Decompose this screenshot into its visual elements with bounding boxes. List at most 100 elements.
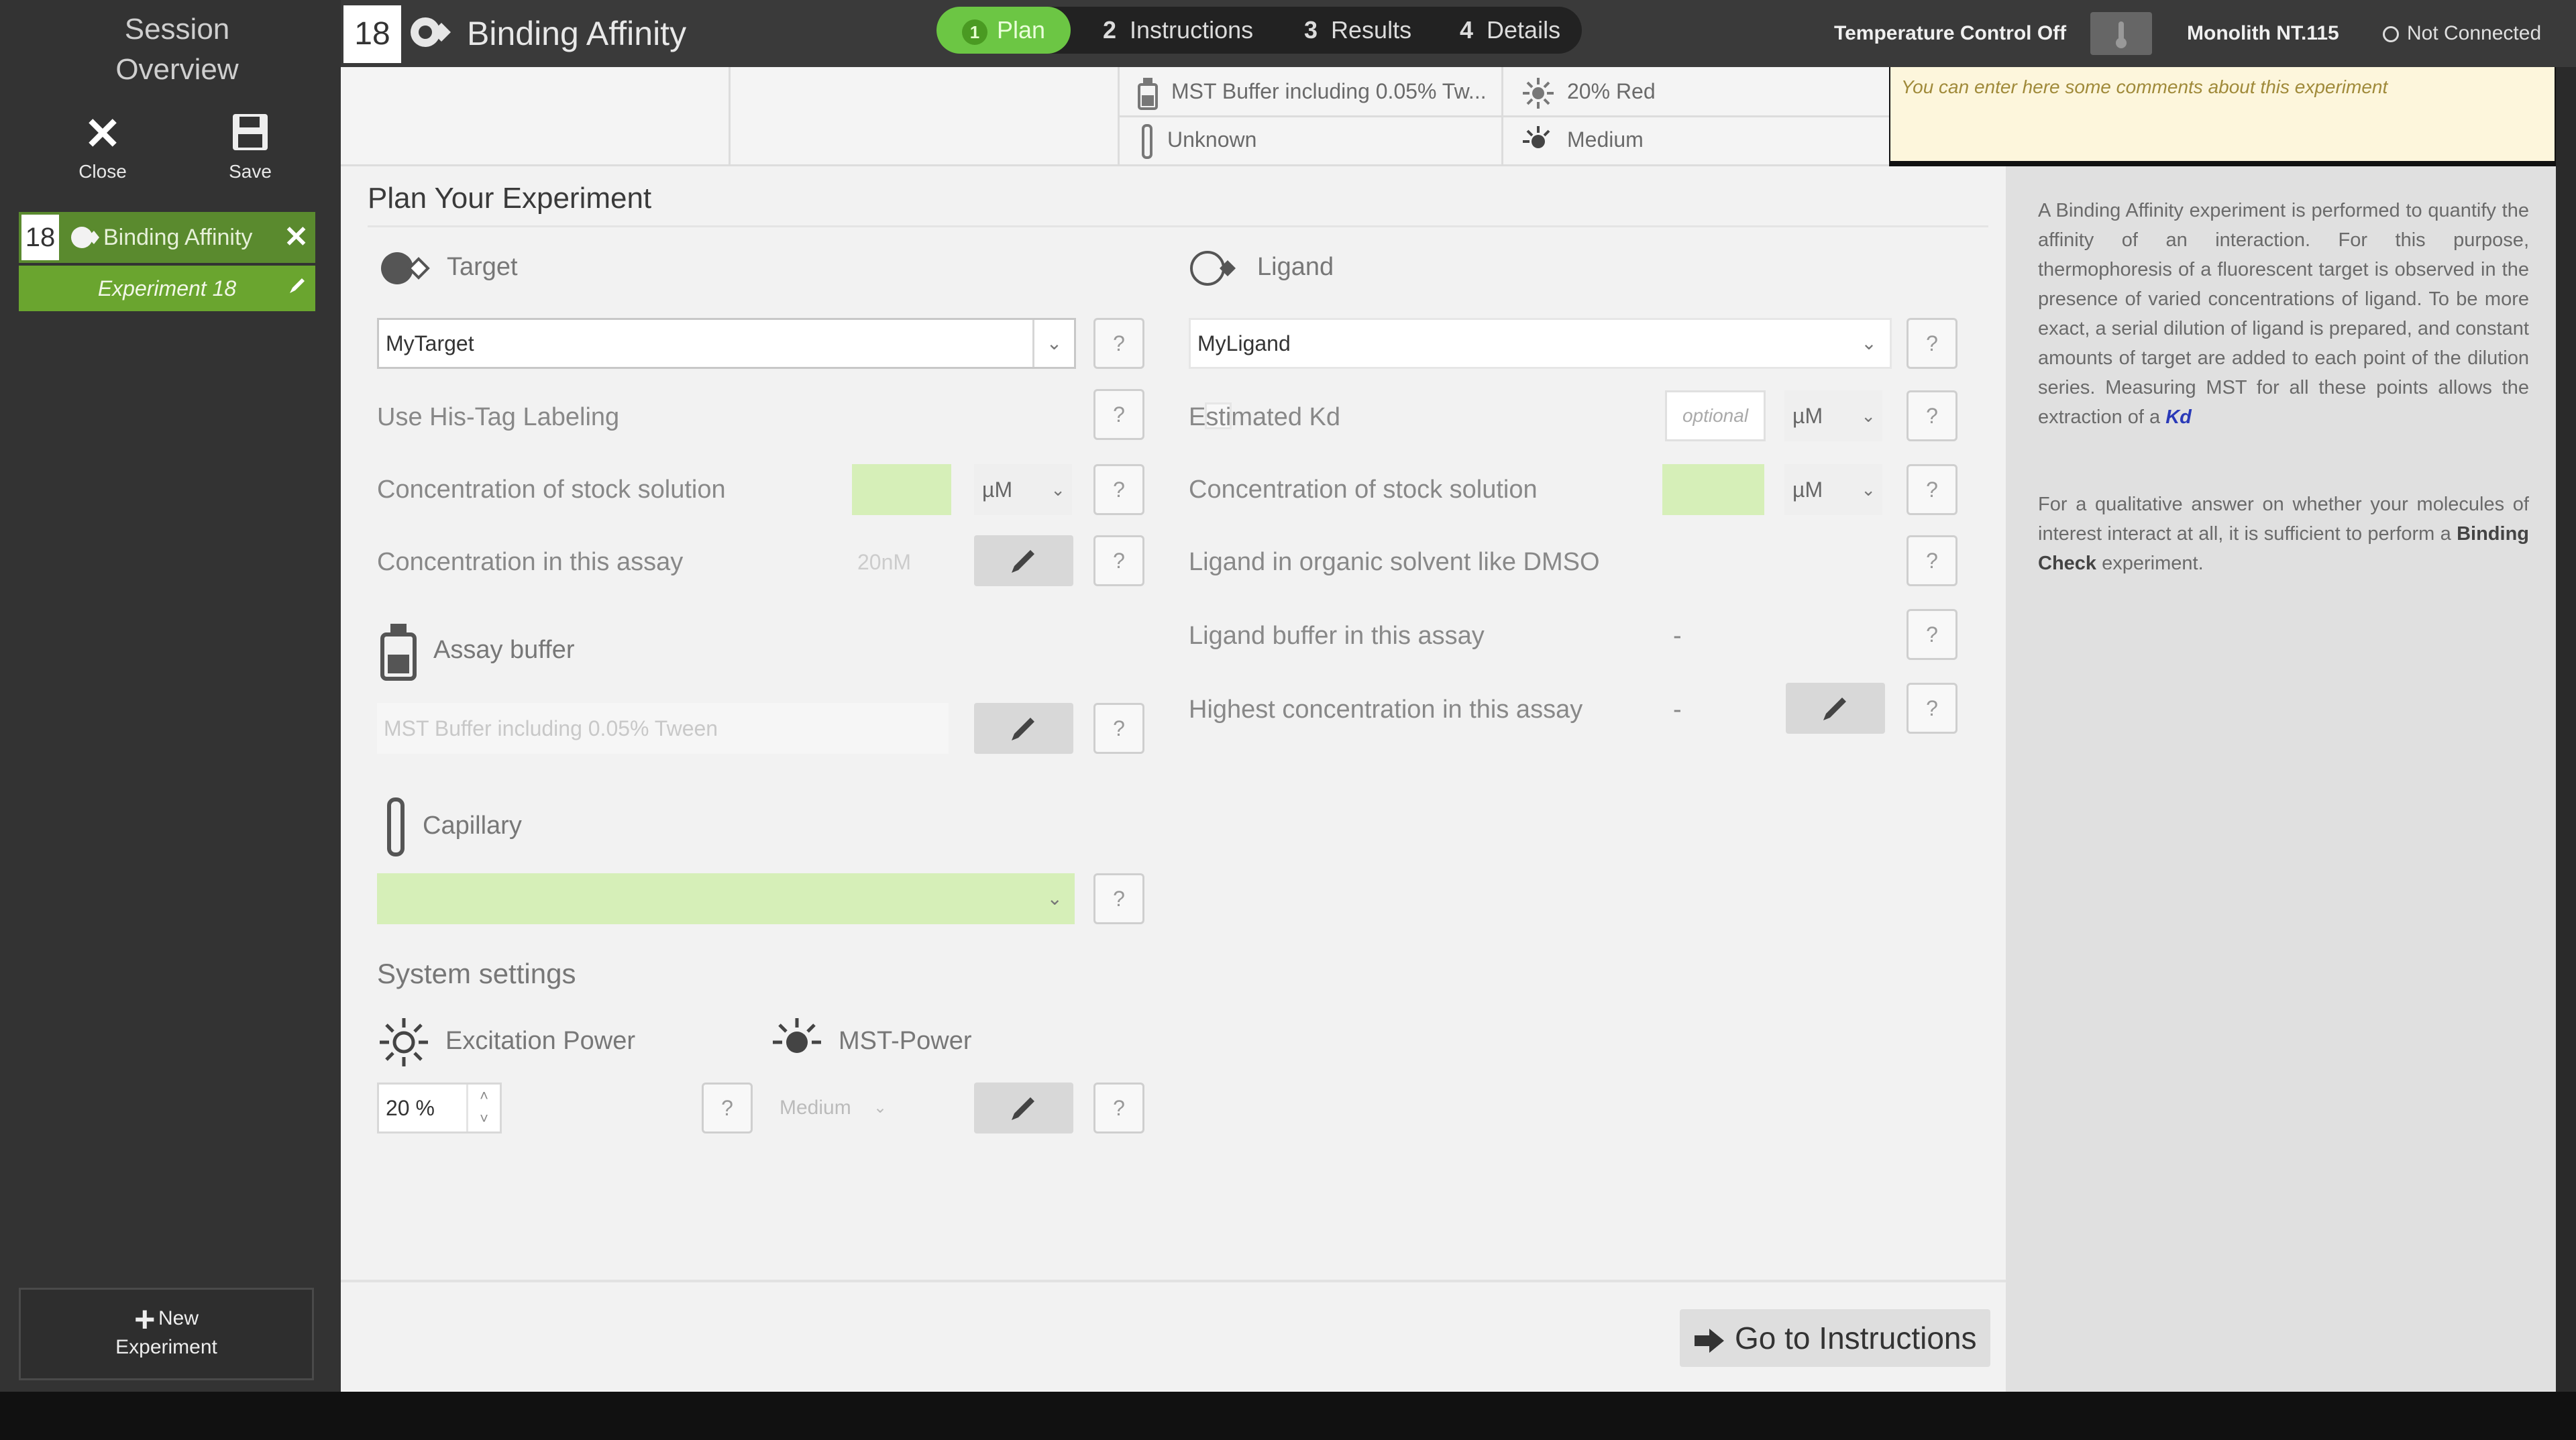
capillary-heading: Capillary xyxy=(384,797,522,857)
strip-divider xyxy=(729,67,731,166)
capillary-help-button[interactable]: ? xyxy=(1093,873,1144,924)
connection-status-icon xyxy=(2383,26,2399,43)
stepper-arrows-icon[interactable]: ˄ ˅ xyxy=(466,1085,500,1131)
binding-affinity-icon xyxy=(70,224,99,254)
save-label: Save xyxy=(229,161,272,182)
mst-power-icon xyxy=(773,1018,821,1053)
capillary-select[interactable]: ⌄ xyxy=(377,873,1075,924)
bottom-bar xyxy=(0,1392,2576,1440)
ligand-stock-help-button[interactable]: ? xyxy=(1907,464,1957,515)
tab-plan-number: 1 xyxy=(962,19,987,45)
target-heading-label: Target xyxy=(447,253,518,281)
tab-details-label: Details xyxy=(1487,16,1561,44)
tab-details[interactable]: 4 Details xyxy=(1460,7,1560,54)
tab-plan[interactable]: 1 Plan xyxy=(936,7,1071,54)
assay-buffer-edit-button[interactable] xyxy=(974,703,1073,754)
ligand-buffer-help-button[interactable]: ? xyxy=(1907,609,1957,660)
target-stock-unit-select[interactable]: µM ⌄ xyxy=(974,464,1072,515)
instrument-name: Monolith NT.115 xyxy=(2187,22,2339,44)
dmso-help-button[interactable]: ? xyxy=(1907,535,1957,586)
ligand-combobox[interactable]: MyLigand ⌄ xyxy=(1189,318,1892,369)
target-combobox[interactable]: MyTarget ⌄ xyxy=(377,318,1076,369)
highest-concentration-value: - xyxy=(1673,696,1682,724)
highest-concentration-edit-button[interactable] xyxy=(1786,683,1885,734)
kd-link[interactable]: Kd xyxy=(2165,406,2192,428)
target-assay-edit-button[interactable] xyxy=(974,535,1073,586)
ligand-stock-input[interactable] xyxy=(1662,464,1764,515)
temperature-control-button[interactable] xyxy=(2090,12,2152,55)
excitation-power-stepper[interactable]: 20 % ˄ ˅ xyxy=(377,1083,502,1133)
new-experiment-button[interactable]: + New Experiment xyxy=(19,1288,314,1380)
assay-buffer-help-button[interactable]: ? xyxy=(1093,703,1144,754)
excitation-heading-label: Excitation Power xyxy=(445,1027,636,1056)
mst-power-help-button[interactable]: ? xyxy=(1093,1083,1144,1133)
session-overview-button[interactable]: Session Overview xyxy=(0,9,354,90)
mst-power-heading-label: MST-Power xyxy=(839,1027,972,1056)
highest-concentration-help-button[interactable]: ? xyxy=(1907,683,1957,734)
tab-results-number: 3 xyxy=(1304,16,1318,44)
close-experiment-icon[interactable]: ✕ xyxy=(284,212,309,263)
pencil-icon xyxy=(1823,698,1846,720)
help-p2-end: experiment. xyxy=(2102,553,2204,574)
save-button[interactable]: Save xyxy=(207,109,294,185)
buffer-bottle-icon xyxy=(380,624,417,681)
target-stock-input[interactable] xyxy=(852,464,951,515)
summary-excitation-text: 20% Red xyxy=(1567,79,1656,103)
tab-instructions[interactable]: 2 Instructions xyxy=(1103,7,1253,54)
buffer-bottle-icon xyxy=(1138,77,1158,110)
target-help-button[interactable]: ? xyxy=(1093,318,1144,369)
comment-field[interactable]: You can enter here some comments about t… xyxy=(1890,67,2555,161)
target-icon xyxy=(381,252,430,284)
mst-power-select[interactable]: Medium ⌄ xyxy=(773,1083,907,1133)
window-edge xyxy=(2556,67,2576,1392)
experiment-card[interactable]: 18 Binding Affinity ✕ Experiment 18 xyxy=(19,212,315,311)
mst-power-heading: MST-Power xyxy=(770,1015,971,1069)
capillary-heading-label: Capillary xyxy=(423,812,522,840)
excitation-sun-icon xyxy=(1523,77,1554,109)
session-line1: Session xyxy=(124,13,230,46)
experiment-card-header[interactable]: 18 Binding Affinity ✕ xyxy=(19,212,315,263)
chevron-down-icon: ⌄ xyxy=(873,1099,888,1117)
estimated-kd-input[interactable]: optional xyxy=(1665,390,1766,441)
title-divider xyxy=(368,225,1988,227)
rename-pencil-icon[interactable] xyxy=(287,266,307,311)
connection-status[interactable]: Not Connected xyxy=(2383,0,2541,67)
target-assay-help-button[interactable]: ? xyxy=(1093,535,1144,586)
save-icon xyxy=(207,109,294,158)
chevron-down-icon: ⌄ xyxy=(1046,888,1063,909)
system-settings-heading: System settings xyxy=(377,958,576,989)
kd-unit-select[interactable]: µM ⌄ xyxy=(1784,390,1882,441)
pencil-icon xyxy=(1012,550,1034,573)
close-label: Close xyxy=(78,161,127,182)
kd-unit: µM xyxy=(1792,404,1823,428)
his-tag-help-button[interactable]: ? xyxy=(1093,389,1144,440)
capillary-icon xyxy=(1142,123,1152,159)
kd-help-button[interactable]: ? xyxy=(1907,390,1957,441)
help-paragraph-2: For a qualitative answer on whether your… xyxy=(2038,490,2529,578)
excitation-heading: Excitation Power xyxy=(377,1015,635,1069)
go-to-instructions-button[interactable]: Go to Instructions xyxy=(1680,1309,1990,1367)
experiment-title: Binding Affinity xyxy=(103,225,253,250)
chevron-down-icon[interactable]: ⌄ xyxy=(1848,320,1890,367)
summary-capillary: Unknown xyxy=(1139,119,1256,160)
ligand-help-button[interactable]: ? xyxy=(1907,318,1957,369)
experiment-card-subtitle-row[interactable]: Experiment 18 xyxy=(19,266,315,311)
ligand-stock-unit-select[interactable]: µM ⌄ xyxy=(1784,464,1882,515)
new-label-line2: Experiment xyxy=(115,1336,217,1358)
target-stock-help-button[interactable]: ? xyxy=(1093,464,1144,515)
plus-icon: + xyxy=(133,1299,156,1339)
ligand-value: MyLigand xyxy=(1197,331,1291,355)
close-button[interactable]: ✕ Close xyxy=(59,109,146,185)
experiment-subtitle: Experiment 18 xyxy=(97,276,237,300)
help-p1-text: A Binding Affinity experiment is perform… xyxy=(2038,200,2529,428)
tab-results[interactable]: 3 Results xyxy=(1304,7,1411,54)
excitation-help-button[interactable]: ? xyxy=(702,1083,753,1133)
tab-results-label: Results xyxy=(1331,16,1412,44)
mst-power-edit-button[interactable] xyxy=(974,1083,1073,1133)
connection-status-label: Not Connected xyxy=(2407,22,2542,44)
chevron-down-icon[interactable]: ⌄ xyxy=(1032,320,1074,367)
header-title: Binding Affinity xyxy=(467,15,687,52)
summary-excitation: 20% Red xyxy=(1521,71,1656,111)
summary-mst-power: Medium xyxy=(1521,119,1644,160)
target-assay-value: 20nM xyxy=(857,550,912,574)
